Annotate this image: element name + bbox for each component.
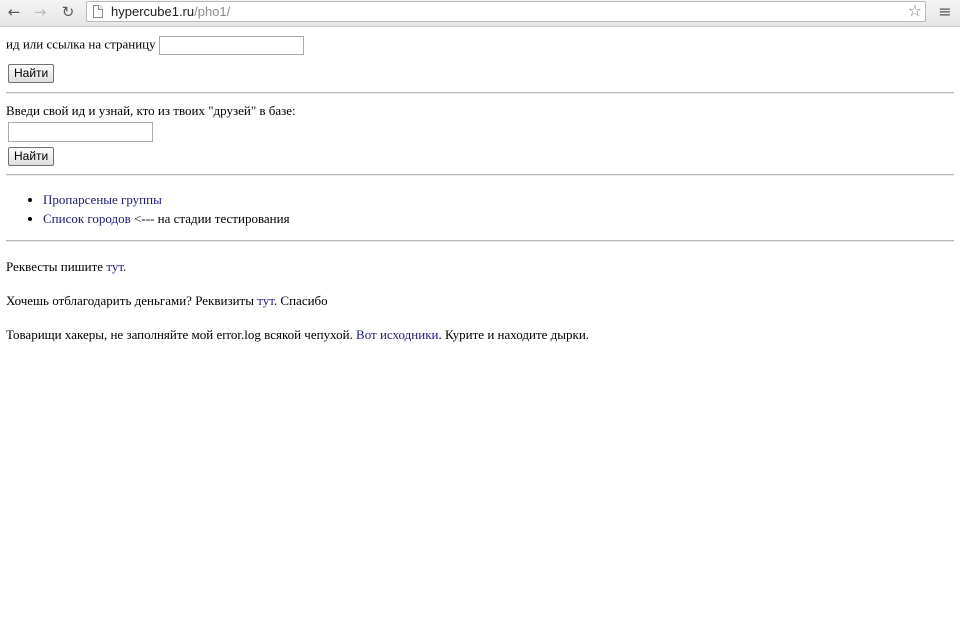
list-item: Пропарсеные группы (43, 190, 954, 209)
browser-toolbar: ← → ↻ hypercube1.ru/pho1/ ☆ ≡ (0, 0, 960, 27)
url-host: hypercube1.ru (111, 4, 195, 19)
separator-3 (6, 240, 954, 242)
hackers-line: Товарищи хакеры, не заполняйте мой error… (6, 327, 590, 342)
search1-input[interactable] (158, 36, 304, 55)
search2-button[interactable]: Найти (8, 147, 55, 166)
requests-line: Реквесты пишите тут. (6, 259, 127, 274)
page-content: ид или ссылка на страницу Найти Введи св… (6, 36, 954, 343)
links-list: Пропарсеные группы Список городов <--- н… (6, 190, 954, 228)
separator-1 (6, 92, 954, 94)
forward-icon[interactable]: → (30, 2, 50, 22)
list-item: Список городов <--- на стадии тестирован… (43, 209, 954, 228)
search1-label: ид или ссылка на страницу (6, 36, 156, 52)
search2-input[interactable] (8, 122, 153, 142)
bookmark-star-icon[interactable]: ☆ (908, 1, 922, 20)
page-icon (93, 5, 103, 18)
donate-line: Хочешь отблагодарить деньгами? Реквизиты… (6, 293, 328, 308)
search1-button[interactable]: Найти (8, 64, 55, 83)
menu-icon[interactable]: ≡ (936, 2, 954, 22)
search2-label: Введи свой ид и узнай, кто из твоих "дру… (6, 103, 296, 118)
cities-list-link[interactable]: Список городов (43, 211, 131, 226)
donate-link[interactable]: тут (257, 293, 274, 308)
reload-icon[interactable]: ↻ (58, 2, 78, 22)
source-code-link[interactable]: Вот исходники (356, 327, 438, 342)
address-url[interactable]: hypercube1.ru/pho1/ (111, 4, 230, 19)
address-bar[interactable]: hypercube1.ru/pho1/ ☆ (86, 1, 926, 22)
separator-2 (6, 174, 954, 176)
back-icon[interactable]: ← (4, 2, 24, 22)
url-path: /pho1/ (194, 4, 231, 19)
requests-link[interactable]: тут (106, 259, 123, 274)
parsed-groups-link[interactable]: Пропарсеные группы (43, 192, 162, 207)
testing-note: <--- на стадии тестирования (130, 211, 290, 226)
